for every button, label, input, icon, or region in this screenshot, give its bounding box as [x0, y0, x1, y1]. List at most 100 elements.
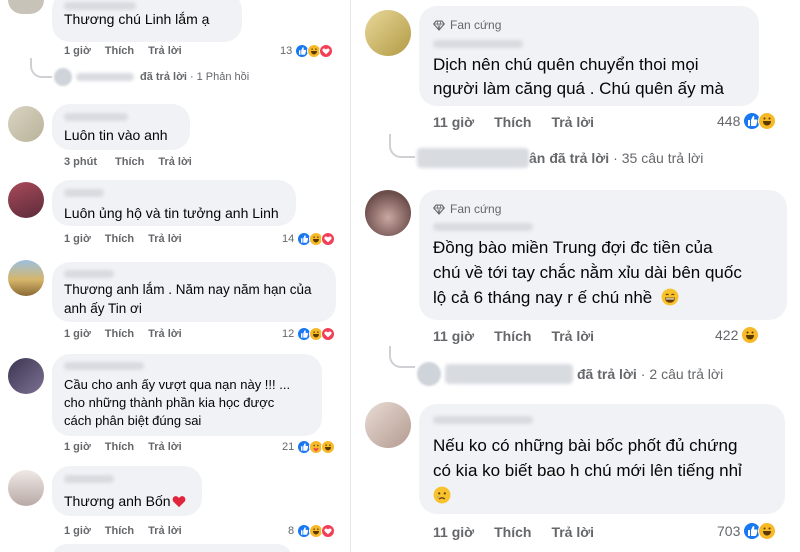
comment-bubble: Luôn tin vào anh: [52, 104, 190, 150]
reply-connector: [30, 58, 52, 78]
comment-actions: 1 giờ Thích Trả lời: [64, 328, 182, 340]
fan-badge-label: Fan cứng: [450, 18, 502, 32]
reaction-summary[interactable]: 21: [282, 440, 336, 454]
replied-text: đã trả lời: [140, 71, 187, 83]
reaction-summary[interactable]: 13: [280, 44, 334, 58]
reaction-summary[interactable]: 12: [282, 327, 336, 341]
comment-text: Luôn ủng hộ và tin tưởng anh Linh: [64, 205, 279, 221]
like-link[interactable]: Thích: [494, 524, 531, 540]
avatar[interactable]: [8, 106, 44, 142]
reply-link[interactable]: Trả lời: [158, 156, 192, 168]
comment-bubble: Thương chú Linh lắm ạ: [52, 0, 242, 42]
replier-name: [445, 364, 573, 384]
like-link[interactable]: Thích: [494, 114, 531, 130]
avatar[interactable]: [8, 358, 44, 394]
reaction-summary[interactable]: 703: [717, 522, 777, 540]
like-link[interactable]: Thích: [105, 233, 134, 245]
reaction-count: 12: [282, 328, 295, 340]
replier-name: [76, 73, 134, 81]
haha-reaction-icon: [758, 112, 777, 130]
grinning-emoji-icon: [661, 288, 679, 311]
replies-summary[interactable]: ân đã trả lời · 35 câu trả lời: [417, 148, 703, 168]
comment-text: lộ cả 6 tháng nay r ế chú nhề: [433, 288, 653, 307]
right-comment-panel: Fan cứng Dịch nên chú quên chuyển thoi m…: [350, 0, 800, 552]
comment-text: Cầu cho anh ấy vượt qua nạn này !!! ...: [64, 377, 291, 392]
reply-count: 35 câu trả lời: [621, 150, 704, 166]
haha-reaction-icon: [758, 522, 777, 540]
reply-link[interactable]: Trả lời: [148, 233, 182, 245]
reaction-count: 8: [288, 525, 295, 537]
fan-badge-label: Fan cứng: [450, 202, 502, 216]
reply-connector: [389, 134, 415, 158]
fan-badge: Fan cứng: [433, 18, 501, 32]
commenter-name: [433, 416, 533, 424]
reaction-count: 13: [280, 45, 293, 57]
replies-summary[interactable]: đã trả lời · 2 câu trả lời: [417, 362, 723, 386]
commenter-name: [64, 270, 114, 278]
comment-time[interactable]: 3 phút: [64, 156, 97, 168]
comment-bubble: [52, 544, 292, 552]
reaction-count: 14: [282, 233, 295, 245]
like-link[interactable]: Thích: [115, 156, 144, 168]
avatar[interactable]: [365, 190, 411, 236]
like-link[interactable]: Thích: [105, 441, 134, 453]
like-link[interactable]: Thích: [105, 525, 134, 537]
fan-badge: Fan cứng: [433, 202, 501, 216]
comment-time[interactable]: 1 giờ: [64, 45, 91, 57]
avatar[interactable]: [8, 0, 44, 14]
love-reaction-icon: [321, 327, 336, 341]
reply-link[interactable]: Trả lời: [148, 441, 182, 453]
comment-time[interactable]: 1 giờ: [64, 441, 91, 453]
comment-text: Đồng bào miền Trung đợi đc tiền của: [433, 238, 713, 257]
commenter-name: [64, 189, 104, 197]
comment-actions: 11 giờ Thích Trả lời: [433, 114, 594, 130]
reply-count: 1 Phản hồi: [196, 71, 250, 83]
comment-bubble: Luôn ủng hộ và tin tưởng anh Linh: [52, 180, 296, 226]
comment-bubble: Nếu ko có những bài bốc phốt đủ chứng có…: [419, 404, 785, 514]
avatar[interactable]: [365, 402, 411, 448]
reply-link[interactable]: Trả lời: [148, 45, 182, 57]
comment-text: người làm căng quá . Chú quên ấy mà: [433, 79, 724, 98]
reply-link[interactable]: Trả lời: [148, 525, 182, 537]
comment-time[interactable]: 1 giờ: [64, 328, 91, 340]
commenter-name: [433, 223, 533, 231]
commenter-name: [433, 40, 523, 48]
like-link[interactable]: Thích: [105, 328, 134, 340]
reply-link[interactable]: Trả lời: [551, 328, 594, 344]
reaction-summary[interactable]: 14: [282, 232, 336, 246]
comment-actions: 1 giờ Thích Trả lời: [64, 45, 182, 57]
haha-reaction-icon: [321, 440, 336, 454]
reaction-count: 422: [715, 327, 739, 343]
avatar[interactable]: [8, 470, 44, 506]
comment-text: cho những thành phần kia học được: [64, 395, 275, 410]
reply-link[interactable]: Trả lời: [551, 114, 594, 130]
crying-emoji-icon: [433, 486, 451, 509]
avatar[interactable]: [365, 10, 411, 56]
reply-link[interactable]: Trả lời: [148, 328, 182, 340]
comment-actions: 11 giờ Thích Trả lời: [433, 524, 594, 540]
replies-summary[interactable]: đã trả lời · 1 Phản hồi: [54, 68, 249, 86]
reply-link[interactable]: Trả lời: [551, 524, 594, 540]
comment-text: Thương anh Bốn: [64, 493, 171, 509]
comment-time[interactable]: 11 giờ: [433, 114, 474, 130]
avatar[interactable]: [8, 260, 44, 296]
reaction-count: 703: [717, 523, 741, 539]
comment-actions: 11 giờ Thích Trả lời: [433, 328, 594, 344]
avatar[interactable]: [8, 182, 44, 218]
reaction-summary[interactable]: 8: [288, 524, 336, 538]
reaction-summary[interactable]: 448: [717, 112, 777, 130]
comment-bubble: Cầu cho anh ấy vượt qua nạn này !!! ... …: [52, 354, 322, 436]
replied-text: đã trả lời: [577, 366, 637, 382]
comment-text: chú về tới tay chắc nằm xỉu dài bên quốc: [433, 263, 742, 282]
comment-time[interactable]: 11 giờ: [433, 524, 474, 540]
comment-time[interactable]: 11 giờ: [433, 328, 474, 344]
reaction-summary[interactable]: 422: [715, 326, 760, 344]
avatar: [417, 362, 441, 386]
comment-text: lộ cả 6 tháng nay r ế chú nhề: [433, 288, 679, 311]
reply-count: 2 câu trả lời: [649, 366, 724, 382]
like-link[interactable]: Thích: [494, 328, 531, 344]
comment-time[interactable]: 1 giờ: [64, 233, 91, 245]
like-link[interactable]: Thích: [105, 45, 134, 57]
reply-connector: [389, 346, 415, 368]
comment-time[interactable]: 1 giờ: [64, 525, 91, 537]
